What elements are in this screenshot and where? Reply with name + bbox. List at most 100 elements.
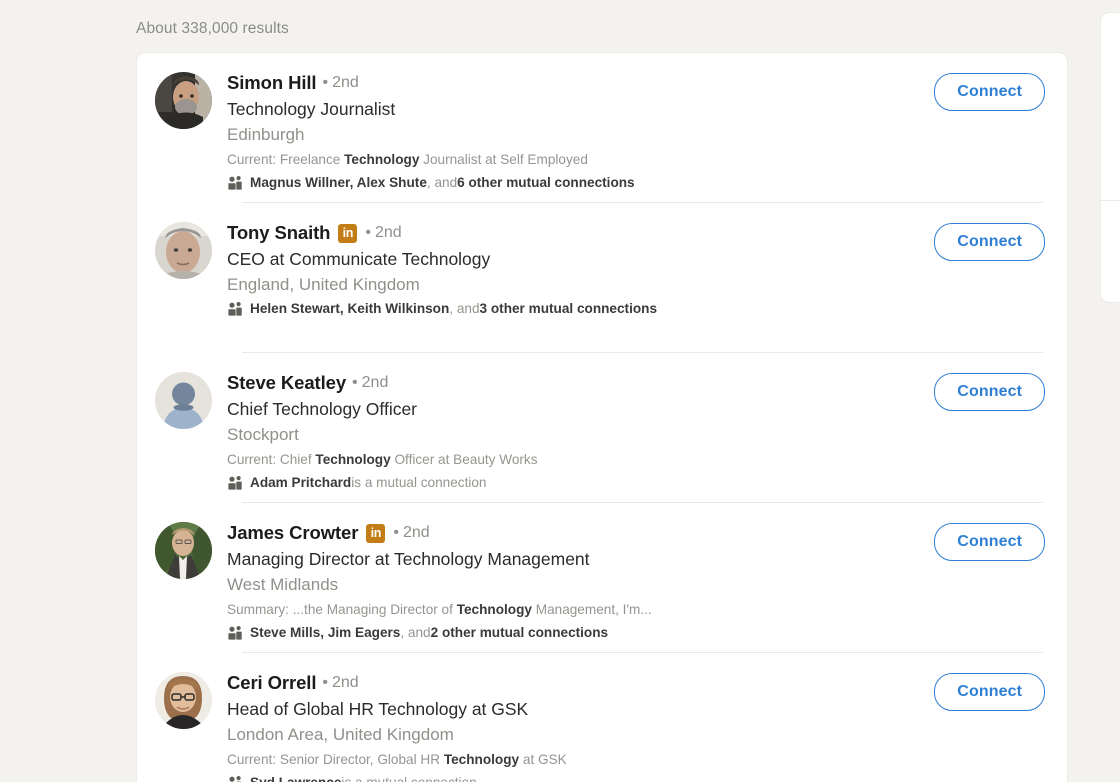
result-location: Stockport — [227, 425, 299, 444]
people-icon — [227, 301, 243, 317]
mutual-connection-names: Steve Mills, Jim Eagers — [250, 625, 401, 640]
separator-dot: • — [322, 674, 328, 691]
connection-degree: • 2nd — [352, 371, 388, 395]
result-snippet: Current: Chief Technology Officer at Bea… — [227, 450, 934, 470]
snippet-prefix: Current: Freelance — [227, 152, 345, 167]
connect-button[interactable]: Connect — [934, 373, 1045, 411]
snippet-keyword-highlight: Technology — [443, 752, 520, 767]
mutual-connection-names: Magnus Willner, Alex Shute — [250, 175, 427, 190]
connection-degree: • 2nd — [393, 521, 429, 545]
result-headline: CEO at Communicate Technology — [227, 249, 491, 269]
mutual-connections[interactable]: Helen Stewart, Keith Wilkinson, and 3 ot… — [227, 299, 934, 319]
result-location: Edinburgh — [227, 125, 305, 144]
snippet-suffix: Management, I'm... — [531, 602, 652, 617]
mutual-connection-conjunction: , and — [400, 625, 431, 640]
result-info: Steve Keatley • 2nd Chief Technology Office… — [227, 353, 934, 493]
right-rail-card — [1100, 12, 1120, 303]
result-name-line: James Crowter in • 2nd — [227, 521, 934, 545]
result-name-line: Ceri Orrell • 2nd — [227, 671, 934, 695]
search-result-row[interactable]: Ceri Orrell • 2nd Head of Global HR Technol… — [137, 653, 1067, 782]
snippet-suffix: Journalist at Self Employed — [419, 152, 588, 167]
mutual-connection-count: 6 other mutual connections — [457, 175, 635, 190]
connection-degree-label: 2nd — [332, 674, 359, 691]
mutual-connections[interactable]: Magnus Willner, Alex Shute, and 6 other … — [227, 173, 934, 193]
connection-degree-label: 2nd — [375, 224, 402, 241]
result-info: James Crowter in • 2nd Managing Director at … — [227, 503, 934, 643]
mutual-connection-names: Adam Pritchard — [250, 475, 352, 490]
snippet-prefix: Current: Senior Director, Global HR — [227, 752, 444, 767]
snippet-prefix: Summary: ...the Managing Director of — [227, 602, 457, 617]
connection-degree: • 2nd — [322, 71, 358, 95]
snippet-prefix: Current: Chief — [227, 452, 316, 467]
result-snippet: Current: Senior Director, Global HR Tech… — [227, 750, 934, 770]
connection-degree-label: 2nd — [402, 524, 430, 541]
search-result-row-inner: Simon Hill • 2nd Technology Journalist Edinb… — [155, 53, 1055, 203]
mutual-connection-tail: is a mutual connection — [341, 773, 476, 782]
connection-degree: • 2nd — [365, 221, 401, 245]
result-headline: Chief Technology Officer — [227, 399, 418, 419]
connect-button-wrapper: Connect — [934, 203, 1055, 261]
search-result-row[interactable]: Steve Keatley • 2nd Chief Technology Office… — [137, 353, 1067, 503]
mutual-connections[interactable]: Adam Pritchard is a mutual connection — [227, 473, 934, 493]
result-location: London Area, United Kingdom — [227, 725, 454, 744]
search-result-row-inner: Tony Snaith in • 2nd CEO at Communicate Tech… — [155, 203, 1055, 353]
connect-button[interactable]: Connect — [934, 223, 1045, 261]
snippet-keyword-highlight: Technology — [344, 152, 420, 167]
search-results-list: Simon Hill • 2nd Technology Journalist Edinb… — [137, 53, 1067, 782]
result-name-link[interactable]: Ceri Orrell — [227, 671, 316, 695]
snippet-keyword-highlight: Technology — [315, 452, 391, 467]
separator-dot: • — [322, 74, 329, 91]
separator-dot: • — [393, 524, 399, 541]
snippet-suffix: at GSK — [519, 752, 567, 767]
separator-dot: • — [352, 374, 358, 391]
result-headline: Technology Journalist — [227, 99, 396, 119]
mutual-connection-names: Syd Lawrence — [250, 773, 341, 782]
connect-button-wrapper: Connect — [934, 503, 1055, 561]
mutual-connection-tail: is a mutual connection — [351, 475, 487, 490]
search-result-row[interactable]: James Crowter in • 2nd Managing Director at … — [137, 503, 1067, 653]
separator-dot: • — [365, 224, 371, 241]
search-results-card: Simon Hill • 2nd Technology Journalist Edinb… — [136, 52, 1068, 782]
mutual-connection-names: Helen Stewart, Keith Wilkinson — [250, 301, 450, 316]
results-count-label: About 338,000 results — [136, 20, 289, 37]
search-result-row-inner: Ceri Orrell • 2nd Head of Global HR Technol… — [155, 653, 1055, 782]
connection-degree-label: 2nd — [332, 74, 359, 91]
snippet-suffix: Officer at Beauty Works — [390, 452, 538, 467]
result-name-line: Tony Snaith in • 2nd — [227, 221, 934, 245]
result-headline: Head of Global HR Technology at GSK — [227, 699, 529, 719]
result-name-line: Simon Hill • 2nd — [227, 71, 934, 95]
result-snippet: Current: Freelance Technology Journalist… — [227, 150, 934, 170]
connect-button[interactable]: Connect — [934, 73, 1045, 111]
avatar[interactable] — [155, 672, 212, 729]
search-result-row[interactable]: Simon Hill • 2nd Technology Journalist Edinb… — [137, 53, 1067, 203]
result-name-link[interactable]: Simon Hill — [227, 71, 317, 95]
connect-button[interactable]: Connect — [934, 673, 1045, 711]
linkedin-search-results-page: About 338,000 results Simon Hill • 2nd Tech… — [0, 0, 1120, 782]
result-location: West Midlands — [227, 575, 339, 594]
people-icon — [227, 475, 243, 491]
linkedin-premium-badge-icon: in — [338, 223, 358, 243]
result-name-link[interactable]: James Crowter — [227, 521, 358, 545]
result-name-link[interactable]: Steve Keatley — [227, 371, 346, 395]
result-name-link[interactable]: Tony Snaith — [227, 221, 330, 245]
mutual-connection-conjunction: , and — [449, 301, 480, 316]
result-name-line: Steve Keatley • 2nd — [227, 371, 934, 395]
connection-degree: • 2nd — [322, 671, 358, 695]
avatar[interactable] — [155, 372, 212, 429]
connect-button[interactable]: Connect — [934, 523, 1045, 561]
connect-button-wrapper: Connect — [934, 353, 1055, 411]
result-info: Ceri Orrell • 2nd Head of Global HR Technol… — [227, 653, 934, 782]
linkedin-premium-badge-icon: in — [366, 523, 386, 543]
avatar[interactable] — [155, 72, 212, 129]
result-location: England, United Kingdom — [227, 275, 420, 294]
right-rail-divider — [1101, 200, 1120, 201]
result-snippet: Summary: ...the Managing Director of Tec… — [227, 600, 934, 620]
search-result-row[interactable]: Tony Snaith in • 2nd CEO at Communicate Tech… — [137, 203, 1067, 353]
connection-degree-label: 2nd — [361, 374, 389, 391]
mutual-connections[interactable]: Steve Mills, Jim Eagers, and 2 other mut… — [227, 623, 934, 643]
avatar[interactable] — [155, 222, 212, 279]
connect-button-wrapper: Connect — [934, 53, 1055, 111]
avatar[interactable] — [155, 522, 212, 579]
mutual-connections[interactable]: Syd Lawrence is a mutual connection — [227, 773, 934, 782]
result-info: Tony Snaith in • 2nd CEO at Communicate Tech… — [227, 203, 934, 319]
